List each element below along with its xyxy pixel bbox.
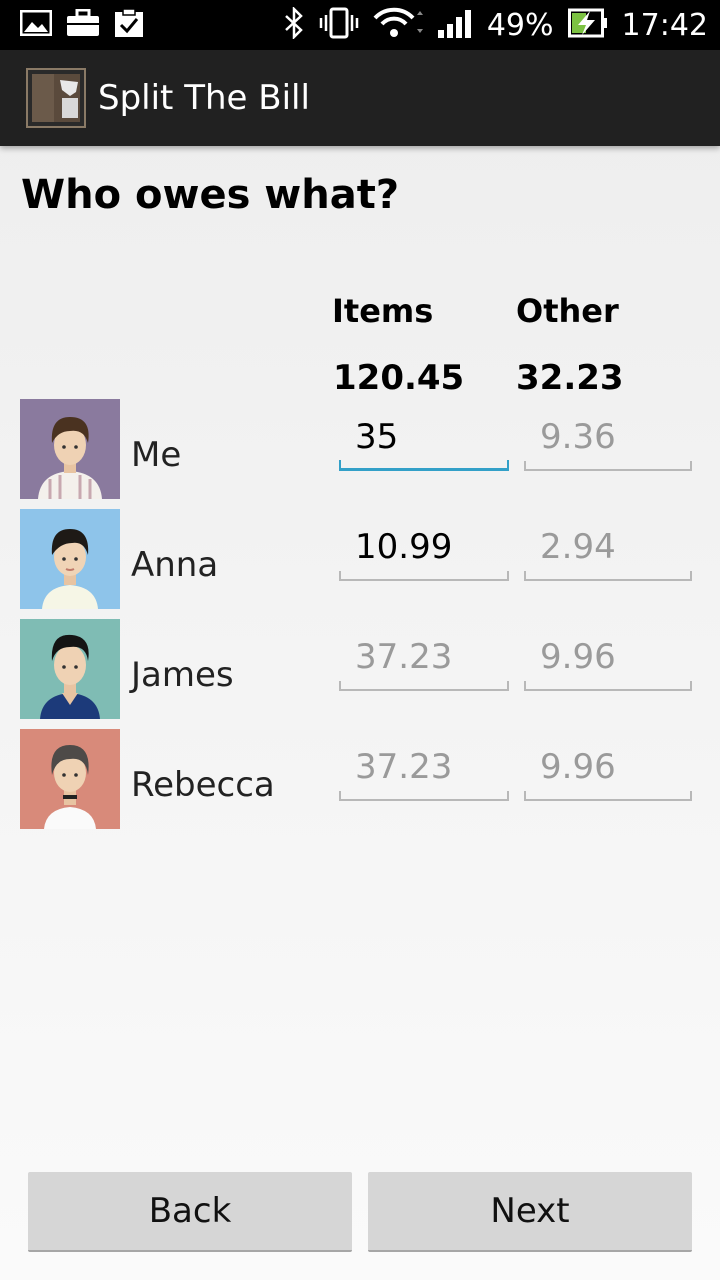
page-heading: Who owes what? — [21, 172, 400, 218]
briefcase-icon — [66, 8, 100, 42]
vibrate-icon — [319, 7, 359, 44]
signal-icon — [437, 8, 473, 43]
battery-charging-icon — [567, 8, 608, 43]
status-bar: 49% 17:42 — [0, 0, 720, 50]
items-column-header: Items — [332, 292, 434, 330]
person-name: Anna — [131, 545, 219, 585]
other-input[interactable] — [540, 525, 680, 569]
items-input[interactable] — [355, 525, 495, 569]
other-field[interactable] — [524, 729, 692, 801]
avatar — [20, 729, 120, 829]
other-field[interactable] — [524, 619, 692, 691]
bluetooth-icon — [283, 5, 305, 44]
other-input[interactable] — [540, 415, 680, 459]
avatar — [20, 619, 120, 719]
person-name: Rebecca — [131, 765, 275, 805]
avatar — [20, 509, 120, 609]
app-title: Split The Bill — [98, 78, 310, 118]
status-bar-notifications — [19, 7, 144, 43]
action-bar: Split The Bill — [0, 50, 720, 146]
person-name: Me — [131, 435, 182, 475]
other-input[interactable] — [540, 635, 680, 679]
items-field[interactable] — [339, 399, 509, 471]
person-row-me: Me — [0, 399, 720, 499]
image-icon — [19, 9, 53, 41]
person-name: James — [131, 655, 234, 695]
clipboard-check-icon — [114, 7, 144, 43]
items-input[interactable] — [355, 635, 495, 679]
other-field[interactable] — [524, 509, 692, 581]
items-field[interactable] — [339, 509, 509, 581]
clock: 17:42 — [621, 7, 708, 43]
items-input[interactable] — [355, 745, 495, 789]
app-icon[interactable] — [26, 68, 86, 128]
other-input[interactable] — [540, 745, 680, 789]
back-button[interactable]: Back — [28, 1172, 352, 1252]
items-field[interactable] — [339, 619, 509, 691]
next-button[interactable]: Next — [368, 1172, 692, 1252]
other-total: 32.23 — [516, 358, 624, 398]
person-row-james: James — [0, 619, 720, 719]
items-total: 120.45 — [333, 358, 465, 398]
items-input[interactable] — [355, 415, 495, 459]
wifi-icon — [373, 7, 423, 44]
status-bar-system: 49% 17:42 — [283, 5, 708, 44]
avatar — [20, 399, 120, 499]
items-field[interactable] — [339, 729, 509, 801]
person-row-anna: Anna — [0, 509, 720, 609]
other-field[interactable] — [524, 399, 692, 471]
battery-percent: 49% — [486, 7, 554, 43]
person-row-rebecca: Rebecca — [0, 729, 720, 829]
other-column-header: Other — [516, 292, 619, 330]
